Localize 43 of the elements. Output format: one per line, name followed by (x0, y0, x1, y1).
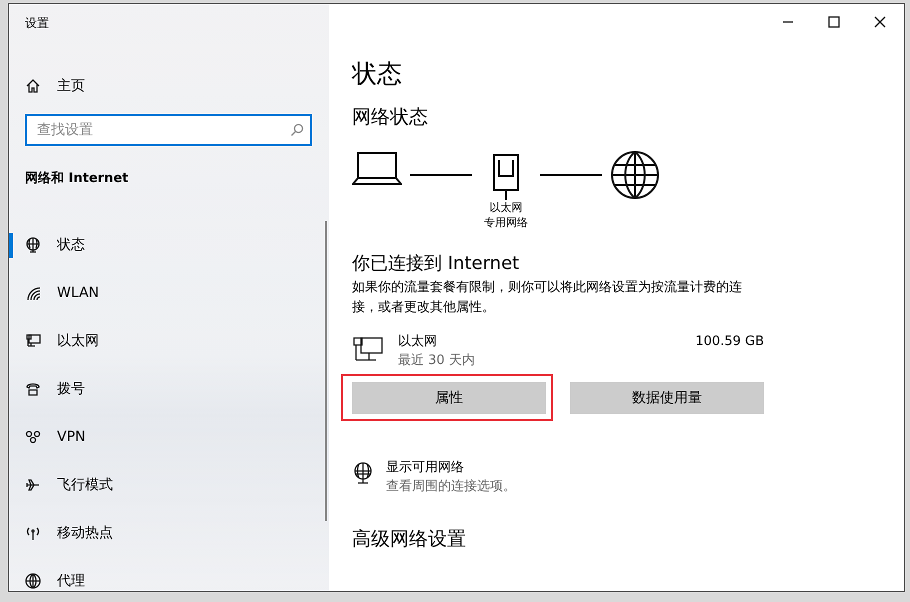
globe-monitor-icon (25, 237, 41, 253)
phone-icon (25, 381, 41, 397)
properties-button[interactable]: 属性 (352, 382, 546, 414)
laptop-icon (352, 150, 402, 186)
close-icon (874, 16, 886, 28)
sidebar-item[interactable]: 飞行模式 (9, 461, 121, 509)
sidebar-item[interactable]: 以太网 (9, 317, 107, 365)
search-field[interactable]: 查找设置 (25, 114, 312, 146)
globe-icon (25, 573, 41, 589)
maximize-icon (828, 16, 840, 28)
adapter-label: 以太网 (490, 200, 522, 215)
sidebar-item[interactable]: 拨号 (9, 365, 93, 413)
sidebar-item[interactable]: VPN (9, 413, 94, 461)
sidebar-item[interactable]: WLAN (9, 269, 108, 317)
section-heading: 高级网络设置 (352, 527, 466, 552)
sidebar-item[interactable]: 移动热点 (9, 509, 121, 557)
data-usage: 100.59 GB (695, 333, 764, 351)
usage-period: 最近 30 天内 (398, 352, 475, 370)
window-title: 设置 (25, 15, 49, 31)
connection-heading: 你已连接到 Internet (352, 252, 520, 276)
home-icon (25, 78, 41, 94)
data-usage-button[interactable]: 数据使用量 (570, 382, 764, 414)
network-type: 专用网络 (484, 215, 528, 230)
airplane-icon (25, 477, 41, 493)
hotspot-icon (25, 525, 41, 541)
wifi-icon (25, 285, 41, 301)
page-title: 状态 (352, 58, 402, 90)
search-icon (290, 123, 304, 137)
connection-description: 如果你的流量套餐有限制，则你可以将此网络设置为按流量计费的连接，或者更改其他属性。 (352, 279, 743, 317)
vpn-icon (25, 429, 41, 445)
section-heading: 网络状态 (352, 105, 428, 130)
ethernet-port-icon (491, 154, 521, 200)
monitor-icon (25, 333, 41, 349)
show-networks-link[interactable]: 显示可用网络 查看周围的连接选项。 (352, 458, 516, 496)
section-heading: 网络和 Internet (25, 170, 128, 187)
connector-line (410, 174, 472, 176)
globe-monitor-icon (352, 462, 374, 484)
home-link[interactable]: 主页 (25, 74, 85, 98)
globe-icon (610, 150, 660, 200)
connector-line (540, 174, 602, 176)
sidebar-item[interactable]: 状态 (9, 221, 93, 269)
adapter-name: 以太网 (398, 333, 438, 351)
sidebar-item[interactable]: 代理 (9, 557, 93, 591)
